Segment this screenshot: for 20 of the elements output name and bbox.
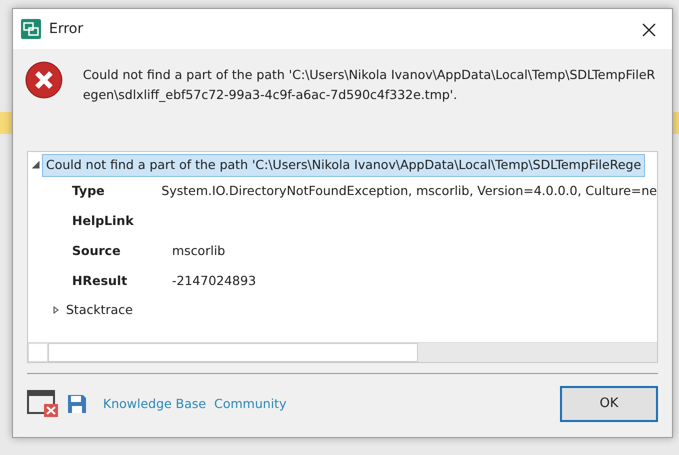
expand-icon[interactable] (52, 306, 60, 314)
property-value: -2147024893 (172, 272, 256, 290)
property-name: Source (72, 242, 122, 260)
horizontal-scrollbar[interactable] (28, 342, 657, 362)
property-name: HResult (72, 272, 128, 290)
save-icon[interactable] (67, 394, 87, 414)
property-name: Type (72, 182, 106, 200)
tree-item[interactable]: Could not find a part of the path 'C:\Users\Nikola Ivanov\AppData\Local\Temp\SDLTempFileRege (42, 154, 646, 177)
window-title: Error (49, 20, 84, 38)
property-name: HelpLink (72, 212, 135, 230)
property-value: System.IO.DirectoryNotFoundException, mscorlib, Version=4.0.0.0, Culture=ne (161, 182, 657, 200)
window-error-icon[interactable] (27, 390, 59, 418)
tree-item[interactable]: Stacktrace (62, 298, 137, 322)
property-value: mscorlib (172, 242, 226, 260)
close-icon (642, 22, 656, 37)
error-icon (25, 61, 63, 99)
ok-button[interactable]: OK (560, 386, 658, 422)
collapse-icon[interactable] (32, 161, 40, 170)
app-icon (21, 19, 41, 39)
error-message: Could not find a part of the path 'C:\Users\Nikola Ivanov\AppData\Local\Temp\SDLTempFileRegen\sdlxliff_ebf57c72-99a3-4c9f-a6ac-7d590c4f332e.tmp'. (82, 66, 656, 104)
